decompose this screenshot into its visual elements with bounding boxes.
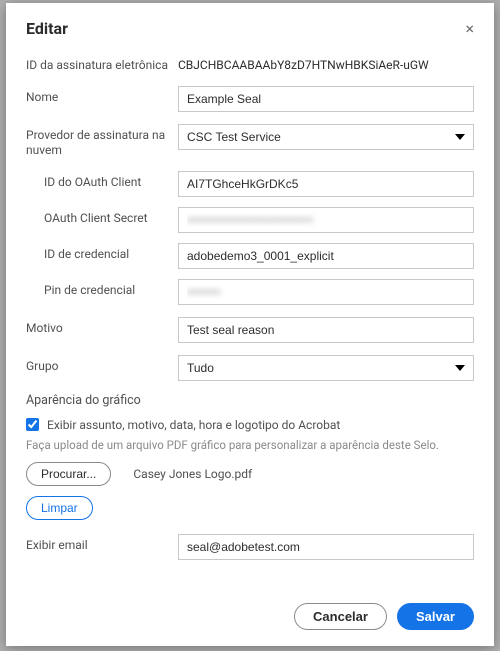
esig-id-value: CBJCHBCAABAAbY8zD7HTNwHBKSiAeR-uGW [178, 54, 474, 72]
cancel-button[interactable]: Cancelar [294, 603, 387, 630]
row-email: Exibir email [26, 534, 474, 560]
oauth-secret-label: OAuth Client Secret [26, 207, 178, 227]
save-button[interactable]: Salvar [397, 603, 474, 630]
row-provider: Provedor de assinatura na nuvem CSC Test… [26, 124, 474, 159]
browse-button[interactable]: Procurar... [26, 462, 111, 486]
email-label: Exibir email [26, 534, 178, 554]
row-esig-id: ID da assinatura eletrônica CBJCHBCAABAA… [26, 54, 474, 74]
name-input[interactable] [178, 86, 474, 112]
clear-button[interactable]: Limpar [26, 496, 93, 520]
cred-pin-input[interactable] [178, 279, 474, 305]
show-subject-label: Exibir assunto, motivo, data, hora e log… [47, 418, 340, 432]
row-oauth-secret: OAuth Client Secret [26, 207, 474, 233]
oauth-id-label: ID do OAuth Client [26, 171, 178, 191]
reason-input[interactable] [178, 317, 474, 343]
cred-id-label: ID de credencial [26, 243, 178, 263]
dialog-header: Editar × [6, 3, 494, 50]
row-group: Grupo Tudo [26, 355, 474, 381]
row-cred-pin: Pin de credencial [26, 279, 474, 305]
appearance-checkbox-row: Exibir assunto, motivo, data, hora e log… [26, 418, 474, 432]
oauth-secret-input[interactable] [178, 207, 474, 233]
uploaded-file-name: Casey Jones Logo.pdf [133, 467, 252, 481]
group-select[interactable]: Tudo [178, 355, 474, 381]
dialog-title: Editar [26, 19, 68, 38]
provider-label: Provedor de assinatura na nuvem [26, 124, 178, 159]
file-row: Procurar... Casey Jones Logo.pdf [26, 462, 474, 486]
esig-id-label: ID da assinatura eletrônica [26, 54, 178, 74]
row-reason: Motivo [26, 317, 474, 343]
email-input[interactable] [178, 534, 474, 560]
show-subject-checkbox[interactable] [26, 418, 39, 431]
upload-hint: Faça upload de um arquivo PDF gráfico pa… [26, 438, 474, 452]
appearance-section-title: Aparência do gráfico [26, 393, 474, 408]
dialog-footer: Cancelar Salvar [6, 593, 494, 646]
cred-id-input[interactable] [178, 243, 474, 269]
reason-label: Motivo [26, 317, 178, 337]
edit-dialog: Editar × ID da assinatura eletrônica CBJ… [6, 3, 494, 646]
row-cred-id: ID de credencial [26, 243, 474, 269]
close-icon[interactable]: × [465, 21, 474, 37]
provider-select[interactable]: CSC Test Service [178, 124, 474, 150]
oauth-id-input[interactable] [178, 171, 474, 197]
group-label: Grupo [26, 355, 178, 375]
cred-pin-label: Pin de credencial [26, 279, 178, 299]
row-oauth-id: ID do OAuth Client [26, 171, 474, 197]
name-label: Nome [26, 86, 178, 106]
dialog-body: ID da assinatura eletrônica CBJCHBCAABAA… [6, 50, 494, 593]
row-name: Nome [26, 86, 474, 112]
